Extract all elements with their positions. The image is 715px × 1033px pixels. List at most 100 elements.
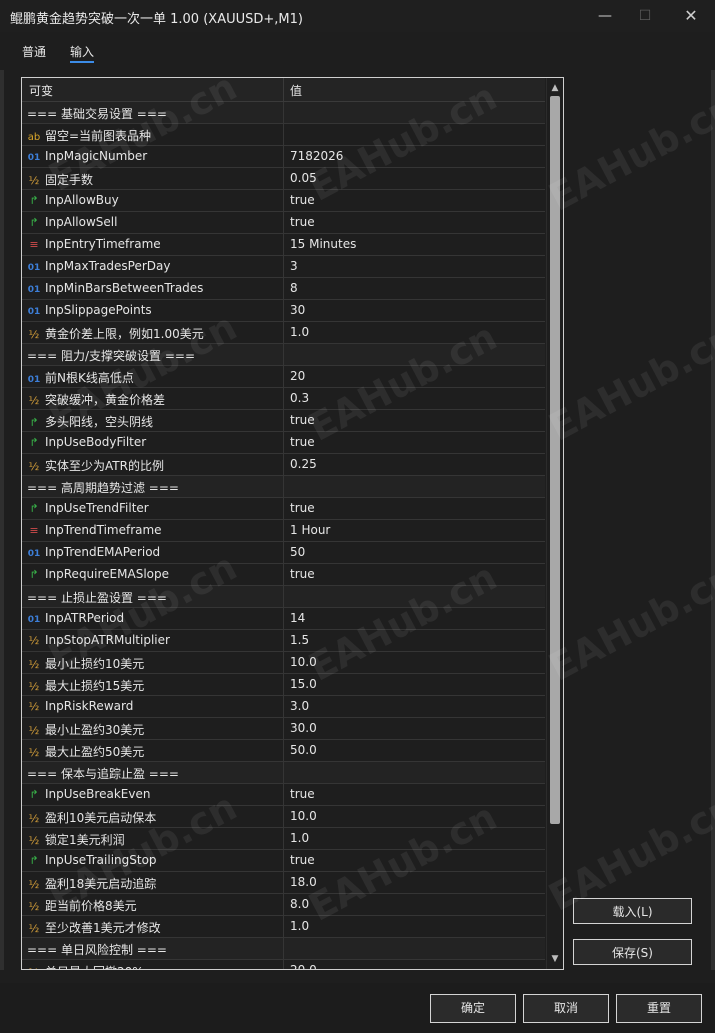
column-divider[interactable]: [283, 78, 284, 101]
table-row[interactable]: ½ 最大止盈约50美元 50.0: [22, 740, 545, 762]
value-cell[interactable]: true: [290, 501, 315, 515]
value-cell[interactable]: true: [290, 413, 315, 427]
value-cell[interactable]: 0.05: [290, 171, 317, 185]
ok-button[interactable]: 确定: [430, 994, 516, 1023]
table-row[interactable]: ½ InpStopATRMultiplier 1.5: [22, 630, 545, 652]
variable-name-text: InpAllowBuy: [45, 193, 119, 207]
table-row[interactable]: ↱ InpUseBodyFilter true: [22, 432, 545, 454]
table-row[interactable]: ½ 固定手数 0.05: [22, 168, 545, 190]
table-row[interactable]: ↱ InpRequireEMASlope true: [22, 564, 545, 586]
section-header-row[interactable]: === 高周期趋势过滤 ===: [22, 476, 545, 498]
table-row[interactable]: ½ 最大止损约15美元 15.0: [22, 674, 545, 696]
table-row[interactable]: ↱ 多头阳线，空头阴线 true: [22, 410, 545, 432]
save-button[interactable]: 保存(S): [573, 939, 692, 965]
value-cell[interactable]: 15.0: [290, 677, 317, 691]
tab-inputs[interactable]: 输入: [70, 43, 95, 63]
table-row[interactable]: ½ 最小止损约10美元 10.0: [22, 652, 545, 674]
section-header-row[interactable]: === 止损止盈设置 ===: [22, 586, 545, 608]
value-cell[interactable]: true: [290, 567, 315, 581]
variable-name-text: 黄金价差上限，例如1.00美元: [45, 327, 204, 341]
value-cell[interactable]: 1 Hour: [290, 523, 330, 537]
value-cell[interactable]: 30.0: [290, 721, 317, 735]
table-row[interactable]: 01 InpSlippagePoints 30: [22, 300, 545, 322]
value-cell[interactable]: 1.0: [290, 831, 309, 845]
left-edge-strip: [0, 70, 4, 970]
minimize-icon[interactable]: —: [594, 5, 616, 27]
table-row[interactable]: ½ 突破缓冲，黄金价格差 0.3: [22, 388, 545, 410]
value-cell[interactable]: 10.0: [290, 655, 317, 669]
table-row[interactable]: ↱ InpUseTrendFilter true: [22, 498, 545, 520]
cell-divider: [283, 564, 284, 585]
vertical-scrollbar[interactable]: ▲ ▼: [546, 78, 563, 969]
section-header-row[interactable]: === 单日风险控制 ===: [22, 938, 545, 960]
value-cell[interactable]: 20.0: [290, 963, 317, 969]
table-row[interactable]: ≡ InpTrendTimeframe 1 Hour: [22, 520, 545, 542]
value-cell[interactable]: 7182026: [290, 149, 343, 163]
scroll-up-icon[interactable]: ▲: [547, 80, 563, 96]
value-cell[interactable]: 8: [290, 281, 298, 295]
table-row[interactable]: ½ 最小止盈约30美元 30.0: [22, 718, 545, 740]
value-cell[interactable]: 0.3: [290, 391, 309, 405]
scrollbar-thumb[interactable]: [550, 96, 560, 824]
table-row[interactable]: ½ 盈利10美元启动保本 10.0: [22, 806, 545, 828]
value-cell[interactable]: true: [290, 787, 315, 801]
value-cell[interactable]: 15 Minutes: [290, 237, 356, 251]
section-header-row[interactable]: === 基础交易设置 ===: [22, 102, 545, 124]
cancel-button[interactable]: 取消: [523, 994, 609, 1023]
table-row[interactable]: ab 留空=当前图表品种: [22, 124, 545, 146]
table-row[interactable]: ½ 至少改善1美元才修改 1.0: [22, 916, 545, 938]
table-row[interactable]: ½ 单日最大回撤20% 20.0: [22, 960, 545, 969]
value-cell[interactable]: true: [290, 853, 315, 867]
table-row[interactable]: ½ 黄金价差上限，例如1.00美元 1.0: [22, 322, 545, 344]
double-type-icon: ½: [28, 724, 40, 737]
value-cell[interactable]: 1.0: [290, 325, 309, 339]
value-cell[interactable]: 3: [290, 259, 298, 273]
value-cell[interactable]: true: [290, 435, 315, 449]
table-row[interactable]: 01 前N根K线高低点 20: [22, 366, 545, 388]
value-cell[interactable]: 50: [290, 545, 305, 559]
reset-button[interactable]: 重置: [616, 994, 702, 1023]
section-header-row[interactable]: === 阻力/支撑突破设置 ===: [22, 344, 545, 366]
value-cell[interactable]: 8.0: [290, 897, 309, 911]
tab-common[interactable]: 普通: [22, 43, 46, 60]
variable-name-cell: ab 留空=当前图表品种: [27, 127, 277, 144]
load-button[interactable]: 载入(L): [573, 898, 692, 924]
table-row[interactable]: ↱ InpUseBreakEven true: [22, 784, 545, 806]
table-row[interactable]: 01 InpMagicNumber 7182026: [22, 146, 545, 168]
table-row[interactable]: ½ InpRiskReward 3.0: [22, 696, 545, 718]
value-cell[interactable]: 18.0: [290, 875, 317, 889]
table-row[interactable]: 01 InpATRPeriod 14: [22, 608, 545, 630]
table-row[interactable]: ≡ InpEntryTimeframe 15 Minutes: [22, 234, 545, 256]
table-row[interactable]: 01 InpTrendEMAPeriod 50: [22, 542, 545, 564]
variable-name-text: 盈利18美元启动追踪: [45, 877, 157, 891]
variable-name-cell: ½ 距当前价格8美元: [27, 897, 277, 914]
value-cell[interactable]: 20: [290, 369, 305, 383]
table-row[interactable]: 01 InpMaxTradesPerDay 3: [22, 256, 545, 278]
table-row[interactable]: ↱ InpUseTrailingStop true: [22, 850, 545, 872]
table-row[interactable]: ½ 实体至少为ATR的比例 0.25: [22, 454, 545, 476]
integer-type-icon: 01: [27, 549, 41, 559]
table-row[interactable]: ½ 锁定1美元利润 1.0: [22, 828, 545, 850]
value-cell[interactable]: 1.0: [290, 919, 309, 933]
table-row[interactable]: ½ 距当前价格8美元 8.0: [22, 894, 545, 916]
variable-name-text: === 基础交易设置 ===: [27, 107, 167, 121]
value-cell[interactable]: 50.0: [290, 743, 317, 757]
section-header-row[interactable]: === 保本与追踪止盈 ===: [22, 762, 545, 784]
value-cell[interactable]: true: [290, 215, 315, 229]
column-header-variable[interactable]: 可变: [29, 82, 53, 99]
value-cell[interactable]: 3.0: [290, 699, 309, 713]
table-row[interactable]: ↱ InpAllowBuy true: [22, 190, 545, 212]
table-row[interactable]: ½ 盈利18美元启动追踪 18.0: [22, 872, 545, 894]
table-row[interactable]: ↱ InpAllowSell true: [22, 212, 545, 234]
value-cell[interactable]: 14: [290, 611, 305, 625]
scroll-down-icon[interactable]: ▼: [547, 951, 563, 967]
column-header-value[interactable]: 值: [290, 82, 302, 99]
cell-divider: [283, 608, 284, 629]
value-cell[interactable]: 30: [290, 303, 305, 317]
value-cell[interactable]: true: [290, 193, 315, 207]
value-cell[interactable]: 1.5: [290, 633, 309, 647]
close-icon[interactable]: ✕: [680, 5, 702, 27]
value-cell[interactable]: 10.0: [290, 809, 317, 823]
value-cell[interactable]: 0.25: [290, 457, 317, 471]
table-row[interactable]: 01 InpMinBarsBetweenTrades 8: [22, 278, 545, 300]
